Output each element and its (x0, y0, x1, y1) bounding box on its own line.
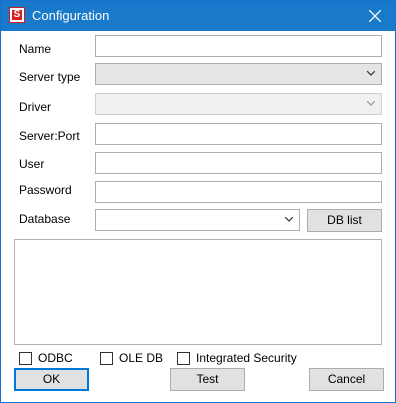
oledb-label: OLE DB (119, 351, 164, 365)
title-bar[interactable]: S Configuration (1, 1, 395, 31)
integrated-security-label: Integrated Security (196, 351, 297, 365)
integrated-security-checkbox-box[interactable] (177, 351, 190, 365)
db-list-button[interactable]: DB list (307, 209, 382, 232)
driver-select[interactable] (95, 93, 382, 115)
odbc-checkbox[interactable]: ODBC (19, 351, 73, 365)
oledb-checkbox[interactable]: OLE DB (100, 351, 163, 365)
close-button[interactable] (355, 1, 395, 31)
server-type-select[interactable] (95, 63, 382, 85)
close-icon (369, 10, 381, 22)
chevron-down-icon (367, 71, 375, 76)
name-label: Name (19, 42, 52, 56)
integrated-security-checkbox[interactable]: Integrated Security (177, 351, 297, 365)
odbc-checkbox-box[interactable] (19, 351, 32, 365)
configuration-dialog: S Configuration Name Server type Driver … (0, 0, 396, 403)
chevron-down-icon (285, 217, 293, 222)
user-label: User (19, 157, 45, 171)
driver-label: Driver (19, 100, 51, 114)
user-input[interactable] (95, 152, 382, 174)
name-input[interactable] (95, 35, 382, 57)
password-label: Password (19, 183, 72, 197)
server-port-input[interactable] (95, 123, 382, 145)
database-list[interactable] (14, 239, 382, 345)
cancel-button[interactable]: Cancel (309, 368, 384, 391)
window-title: Configuration (32, 8, 110, 23)
ok-button[interactable]: OK (14, 368, 89, 391)
database-label: Database (19, 212, 71, 226)
database-select[interactable] (95, 209, 300, 231)
password-input[interactable] (95, 181, 382, 203)
app-icon-letter: S (12, 9, 22, 20)
server-port-label: Server:Port (19, 129, 80, 143)
chevron-down-icon (367, 101, 375, 106)
test-button[interactable]: Test (170, 368, 245, 391)
server-type-label: Server type (19, 70, 81, 84)
oledb-checkbox-box[interactable] (100, 351, 113, 365)
odbc-label: ODBC (38, 351, 73, 365)
app-icon: S (9, 7, 25, 23)
